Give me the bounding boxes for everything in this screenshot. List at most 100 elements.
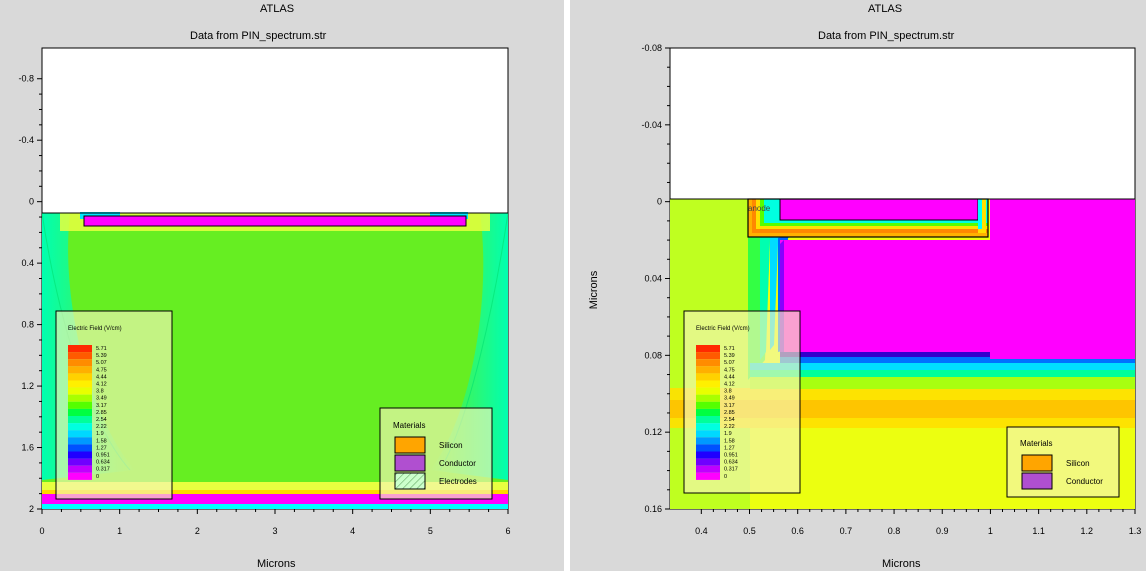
colorbar-label: 1.9 <box>96 431 104 437</box>
colorbar-label: 4.44 <box>96 374 107 380</box>
y-tick-label: 0.04 <box>644 274 662 284</box>
legend-swatch-conductor <box>394 454 426 472</box>
colorbar-label: 3.17 <box>724 403 735 409</box>
colorbar-label: 3.49 <box>96 396 107 402</box>
x-tick-label: 1 <box>117 526 122 536</box>
colorbar-label: 2.22 <box>96 424 107 430</box>
x-tick-label: 1.3 <box>1129 526 1142 536</box>
colorbar-swatch <box>68 387 92 395</box>
legend-label-silicon: Silicon <box>439 441 463 450</box>
colorbar-label: 5.71 <box>96 346 107 352</box>
colorbar-swatch <box>68 380 92 388</box>
colorbar-swatch <box>696 416 720 424</box>
legend-swatch-silicon <box>394 436 426 454</box>
colorbar-label: 1.9 <box>724 431 732 437</box>
chart-panel-left: ATLAS Data from PIN_spectrum.str 0 1 2 3… <box>0 0 564 571</box>
colorbar-swatch <box>68 444 92 452</box>
x-tick-label: 0.7 <box>840 526 853 536</box>
colorbar-swatch <box>696 366 720 374</box>
y-tick-label: 1.2 <box>21 381 34 391</box>
chart-panel-right: ATLAS Data from PIN_spectrum.str anode 0… <box>570 0 1146 571</box>
colorbar-swatch <box>696 387 720 395</box>
x-tick-label: 0.6 <box>791 526 804 536</box>
x-axis-label: Microns <box>882 558 921 570</box>
x-tick-label: 3 <box>272 526 277 536</box>
colorbar-swatch <box>696 444 720 452</box>
colorbar-label: 4.75 <box>724 367 735 373</box>
y-tick-label: 1.6 <box>21 443 34 453</box>
colorbar-swatch <box>68 373 92 381</box>
legend-label-electrodes: Electrodes <box>439 477 477 486</box>
colorbar-label: 5.71 <box>724 346 735 352</box>
colorbar-label: 0.317 <box>96 467 110 473</box>
y-tick-label: -0.04 <box>641 120 662 130</box>
colorbar-label: 0.317 <box>724 467 738 473</box>
legend-label-silicon: Silicon <box>1066 459 1090 468</box>
chart-plot-right: anode 0.4 0.5 0.6 0.7 0.8 0.9 1 1.1 1.2 1.3 -0.08 -… <box>641 43 1142 536</box>
colorbar-label: 5.07 <box>724 360 735 366</box>
colorbar-swatch <box>68 416 92 424</box>
colorbar-label: 0.634 <box>724 460 738 466</box>
colorbar-label: 2.54 <box>724 417 735 423</box>
colorbar-label: 4.12 <box>96 382 107 388</box>
y-axis-label: Microns <box>588 270 600 310</box>
colorbar-swatch <box>68 352 92 360</box>
x-tick-label: 6 <box>505 526 510 536</box>
colorbar-label: 1.58 <box>96 438 107 444</box>
x-tick-label: 0.9 <box>936 526 949 536</box>
colorbar-swatch <box>696 380 720 388</box>
colorbar-swatch <box>68 394 92 402</box>
colorbar-title: Electric Field (V/cm) <box>696 326 750 332</box>
colorbar-label: 2.22 <box>724 424 735 430</box>
colorbar-swatch <box>696 458 720 466</box>
colorbar-swatch <box>68 408 92 416</box>
x-tick-label: 0.4 <box>695 526 708 536</box>
chart-plot-left: 0 1 2 3 4 5 6 -0.8 -0.4 0 0.4 0.8 1.2 1.6 2 Electric F… <box>18 47 511 536</box>
y-tick-label: -0.4 <box>18 135 34 145</box>
x-tick-label: 1.1 <box>1032 526 1045 536</box>
colorbar-swatch <box>68 430 92 438</box>
y-tick-label: 0 <box>29 197 34 207</box>
y-tick-label: 0.4 <box>21 258 34 268</box>
colorbar-label: 1.58 <box>724 438 735 444</box>
colorbar-swatch <box>68 437 92 445</box>
colorbar-swatch <box>68 359 92 367</box>
colorbar-swatch <box>696 394 720 402</box>
legend-swatch-electrodes <box>394 472 426 490</box>
colorbar-label: 3.8 <box>724 389 732 395</box>
colorbar-swatch <box>696 451 720 459</box>
y-tick-label: 0.16 <box>644 504 662 514</box>
colorbar-swatch <box>68 458 92 466</box>
materials-legend-title: Materials <box>1020 439 1052 448</box>
colorbar-label: 4.75 <box>96 367 107 373</box>
x-tick-label: 1 <box>988 526 993 536</box>
colorbar-swatch <box>68 345 92 353</box>
colorbar-label: 1.27 <box>724 445 735 451</box>
x-tick-label: 0 <box>39 526 44 536</box>
colorbar-label: 3.8 <box>96 389 104 395</box>
x-tick-label: 4 <box>350 526 355 536</box>
colorbar-swatch <box>696 408 720 416</box>
colorbar-swatch <box>68 451 92 459</box>
colorbar-swatch <box>68 401 92 409</box>
colorbar-label: 0.951 <box>96 453 110 459</box>
y-tick-label: 0.12 <box>644 427 662 437</box>
x-tick-label: 2 <box>195 526 200 536</box>
colorbar-label: 2.54 <box>96 417 107 423</box>
colorbar-swatch <box>68 423 92 431</box>
colorbar-label: 0.634 <box>96 460 110 466</box>
colorbar-label: 5.07 <box>96 360 107 366</box>
colorbar-swatch <box>696 345 720 353</box>
colorbar-swatch <box>68 366 92 374</box>
colorbar-label: 4.44 <box>724 374 735 380</box>
colorbar-label: 2.85 <box>96 410 107 416</box>
colorbar-swatch <box>696 430 720 438</box>
legend-label-conductor: Conductor <box>1066 477 1103 486</box>
colorbar-title: Electric Field (V/cm) <box>68 326 122 332</box>
colorbar-swatch <box>68 465 92 473</box>
colorbar-label: 5.39 <box>724 353 735 359</box>
x-tick-label: 5 <box>428 526 433 536</box>
colorbar-label: 0 <box>724 474 727 480</box>
colorbar-swatch <box>696 465 720 473</box>
materials-legend-title: Materials <box>393 421 425 430</box>
